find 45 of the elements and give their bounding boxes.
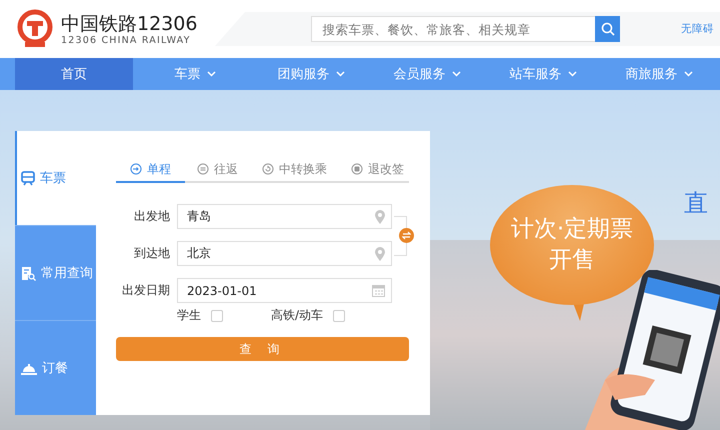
arrow-circle-icon [130,163,142,175]
swap-button[interactable] [399,228,414,243]
trip-type-tab[interactable]: 中转换乘 [250,157,339,181]
station-field[interactable]: 北京 [177,241,392,266]
checkbox[interactable] [333,310,346,322]
nav-tab[interactable]: 首页 [15,58,133,90]
location-pin-icon [375,246,385,260]
dot-circle-icon [351,163,363,175]
search-field[interactable]: 搜索车票、餐饮、常旅客、相关规章 [311,16,596,42]
calendar-icon [372,284,385,297]
nav-tab[interactable]: 车票 [137,58,253,90]
bubble-text: 计次·定期票 [510,215,634,244]
railway-logo-icon [15,9,55,49]
side-tab[interactable]: 常用查询 [15,225,96,320]
equals-circle-icon [197,163,209,175]
station-field[interactable]: 青岛 [177,204,392,229]
search-icon [600,22,615,36]
location-pin-icon [375,210,385,224]
field-label: 到达地 [133,245,170,262]
trip-type-tab[interactable]: 退改签 [339,157,416,181]
nav-tab[interactable]: 团购服务 [253,58,369,90]
field-label: 出发日期 [121,282,170,299]
nav-tab[interactable]: 会员服务 [369,58,485,90]
banner-text: 直 [684,188,708,219]
nav-tab[interactable]: 商旅服务 [601,58,717,90]
refresh-circle-icon [262,163,274,175]
nav-tab[interactable]: 站车服务 [485,58,601,90]
train-icon [21,170,35,186]
date-field[interactable]: 2023-01-01 [177,278,392,303]
side-tab[interactable]: 订餐 [15,320,96,415]
search-button[interactable]: 查 询 [116,337,409,361]
service-bell-icon [21,362,37,374]
clipboard-search-icon [21,265,36,281]
accessibility-link[interactable]: 无障碍 [681,22,714,36]
search-button[interactable] [595,16,620,42]
logo-title: 中国铁路12306 [61,12,198,34]
checkbox[interactable] [211,310,223,322]
bubble-text: 开售 [549,246,595,275]
option-label: 高铁/动车 [271,307,324,324]
field-label: 出发地 [133,208,170,225]
option-label: 学生 [177,307,201,324]
trip-type-tab[interactable]: 单程 [116,157,185,183]
swap-icon [402,231,411,240]
trip-type-tab[interactable]: 往返 [185,157,250,181]
logo-subtitle: 12306 CHINA RAILWAY [61,34,192,46]
